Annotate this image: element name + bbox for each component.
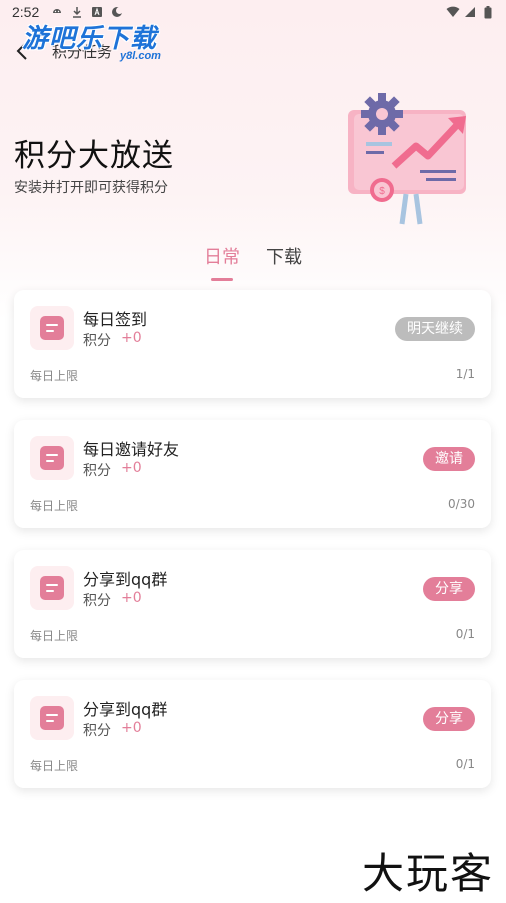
task-title: 分享到qq群 — [83, 700, 168, 719]
tab-bar: 日常 下载 — [0, 243, 506, 277]
task-limit-value: 1/1 — [455, 367, 475, 381]
task-title: 每日签到 — [83, 310, 148, 329]
wifi-icon — [446, 6, 460, 18]
download-icon — [71, 6, 83, 18]
android-icon — [51, 6, 63, 18]
task-points-label: 积分 — [83, 723, 111, 739]
task-points-value: +0 — [121, 330, 142, 346]
document-icon — [30, 566, 74, 610]
share-button[interactable]: 分享 — [423, 577, 475, 601]
svg-text:$: $ — [379, 186, 385, 197]
tab-daily[interactable]: 日常 — [204, 243, 240, 277]
task-title: 分享到qq群 — [83, 570, 168, 589]
moon-icon — [111, 6, 124, 18]
task-limit-label: 每日上限 — [30, 759, 79, 773]
signal-icon — [464, 6, 476, 18]
task-points-label: 积分 — [83, 333, 111, 349]
battery-icon — [482, 6, 494, 19]
task-limit-value: 0/1 — [455, 757, 475, 771]
task-points-value: +0 — [121, 590, 142, 606]
invite-button[interactable]: 邀请 — [423, 447, 475, 471]
share-button[interactable]: 分享 — [423, 707, 475, 731]
task-title: 每日邀请好友 — [83, 440, 180, 459]
task-limit-label: 每日上限 — [30, 499, 79, 513]
watermark-logo-bottom: 大玩客 — [361, 849, 494, 898]
task-limit-value: 0/1 — [455, 627, 475, 641]
task-limit-value: 0/30 — [448, 497, 475, 511]
task-points-value: +0 — [121, 720, 142, 736]
chart-board-illustration: $ — [336, 88, 476, 228]
task-limit-label: 每日上限 — [30, 369, 79, 383]
hero-title: 积分大放送 — [14, 138, 174, 174]
task-points-label: 积分 — [83, 593, 111, 609]
task-card-invite: 每日邀请好友 积分 +0 邀请 每日上限 0/30 — [14, 420, 491, 528]
task-points-label: 积分 — [83, 463, 111, 479]
continue-tomorrow-button[interactable]: 明天继续 — [395, 317, 475, 341]
task-card-checkin: 每日签到 积分 +0 明天继续 每日上限 1/1 — [14, 290, 491, 398]
watermark-logo-sub: y8l.com — [120, 50, 161, 62]
task-card-share-qq-1: 分享到qq群 积分 +0 分享 每日上限 0/1 — [14, 550, 491, 658]
task-card-share-qq-2: 分享到qq群 积分 +0 分享 每日上限 0/1 — [14, 680, 491, 788]
hero-subtitle: 安装并打开即可获得积分 — [14, 180, 168, 196]
a-icon — [91, 6, 103, 18]
tab-download[interactable]: 下载 — [266, 243, 302, 277]
task-limit-label: 每日上限 — [30, 629, 79, 643]
task-points-value: +0 — [121, 460, 142, 476]
document-icon — [30, 696, 74, 740]
document-icon — [30, 306, 74, 350]
document-icon — [30, 436, 74, 480]
